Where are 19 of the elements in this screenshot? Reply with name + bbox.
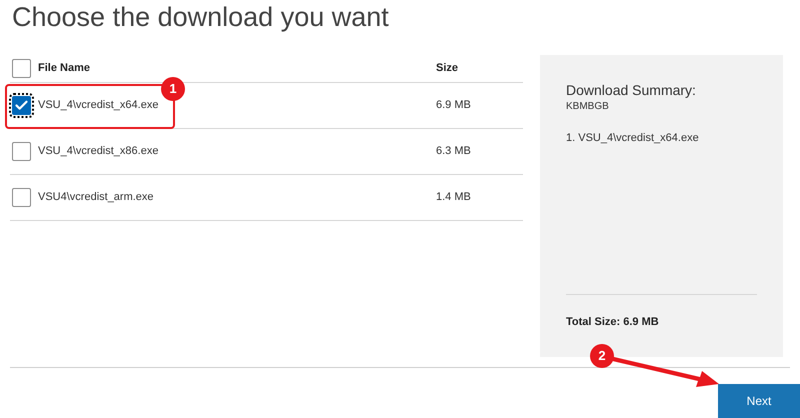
file-size: 6.9 MB xyxy=(436,98,471,114)
checkbox[interactable] xyxy=(12,96,31,115)
column-header: File Name xyxy=(38,61,91,76)
summary-subtitle: KBMBGB xyxy=(566,100,610,114)
file-size: 1.4 MB xyxy=(436,190,471,206)
checkbox[interactable] xyxy=(12,188,31,207)
file-size: 6.3 MB xyxy=(436,144,471,160)
checkbox[interactable] xyxy=(12,142,31,161)
step-badge: 1 xyxy=(161,77,185,101)
file-name: VSU_4\vcredist_x86.exe xyxy=(38,144,160,160)
summary-title: Download Summary: xyxy=(566,82,697,97)
file-name: VSU4\vcredist_arm.exe xyxy=(38,190,155,206)
file-name: VSU_4\vcredist_x64.exe xyxy=(38,98,160,114)
total-size: Total Size: 6.9 MB xyxy=(566,316,659,328)
column-header: Size xyxy=(436,61,458,76)
next-button[interactable]: Next xyxy=(718,384,800,418)
checkbox[interactable] xyxy=(12,58,31,78)
summary-item: 1. VSU_4\vcredist_x64.exe xyxy=(566,130,700,146)
page-title: Choose the download you want xyxy=(11,1,390,34)
